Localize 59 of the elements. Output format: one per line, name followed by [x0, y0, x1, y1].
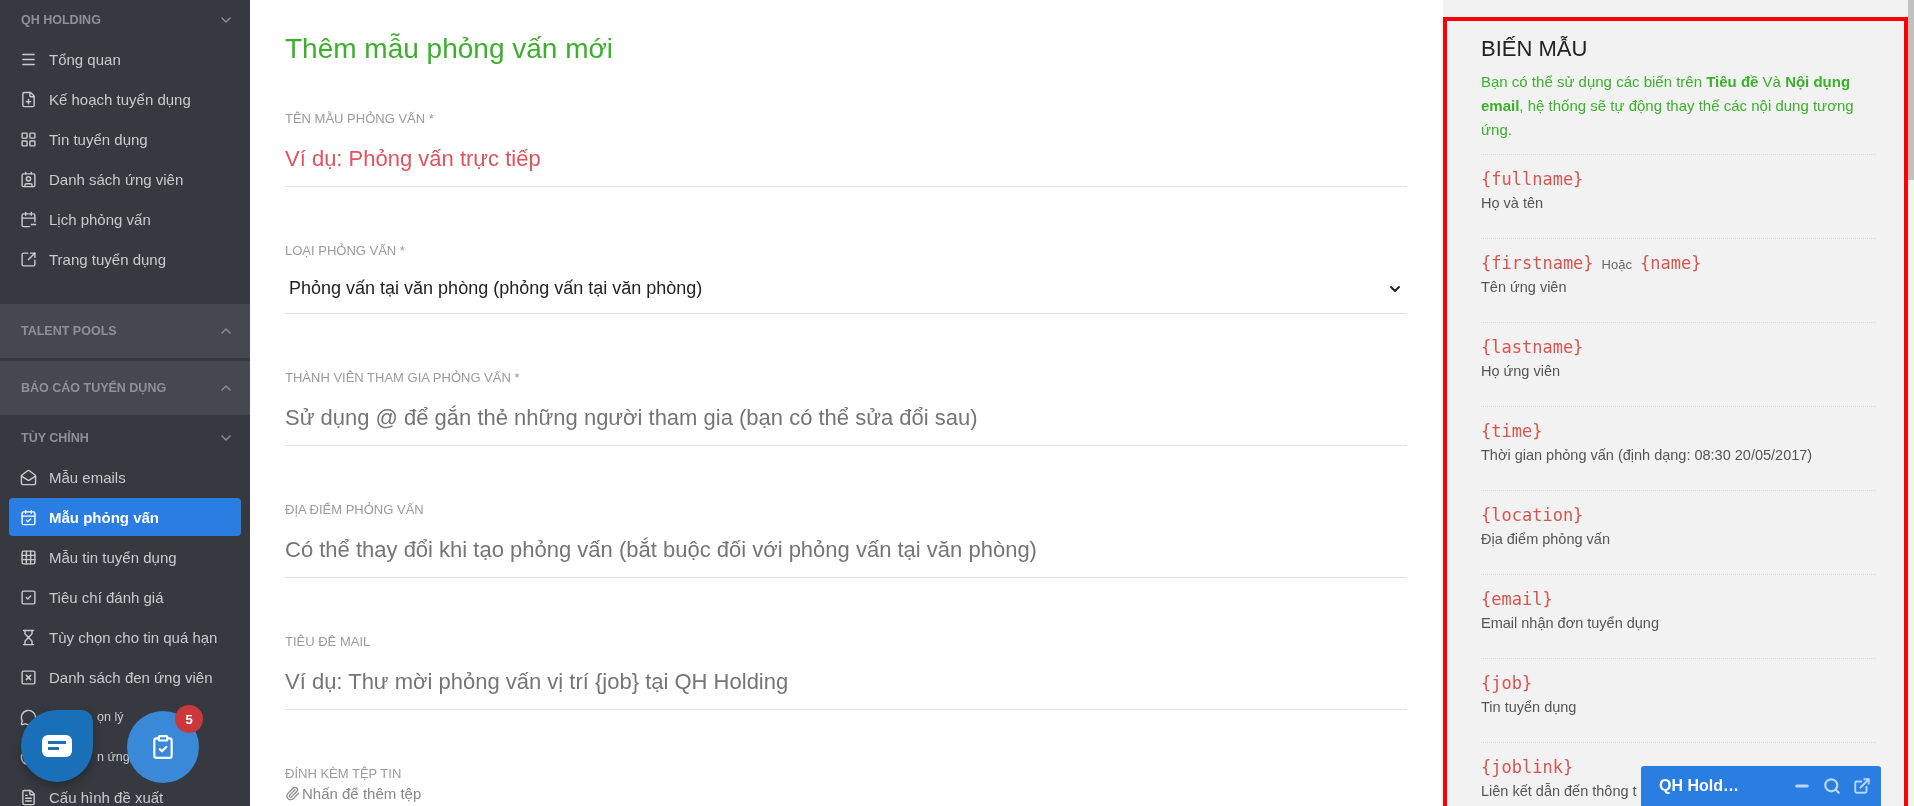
paperclip-icon: [285, 786, 300, 801]
variable-description: Tên ứng viên: [1481, 279, 1567, 295]
input-field[interactable]: Ví dụ: Phỏng vấn trực tiếp: [285, 142, 1407, 187]
sidebar-item[interactable]: Tin tuyển dụng: [9, 120, 241, 158]
sidebar-item[interactable]: Tùy chọn cho tin quá hạn: [9, 618, 241, 656]
variable-token: {joblink}: [1481, 757, 1574, 777]
sidebar-item[interactable]: Tổng quan: [9, 40, 241, 78]
variable-description: Tin tuyển dụng: [1481, 699, 1577, 715]
variable-token: {fullname}: [1481, 169, 1584, 189]
panel-title: BIẾN MẪU: [1481, 36, 1589, 62]
variable-token: {firstname}: [1481, 253, 1594, 273]
select-field[interactable]: Phỏng vấn tại văn phòng (phỏng vấn tại văn phòng): [285, 274, 1407, 314]
sidebar-item[interactable]: Kế hoạch tuyển dụng: [9, 80, 241, 118]
variable-description: Họ ứng viên: [1481, 363, 1561, 379]
sidebar-item[interactable]: Tiêu chí đánh giá: [9, 578, 241, 616]
variable-token: {lastname}: [1481, 337, 1584, 357]
page-title: Thêm mẫu phỏng vấn mới: [285, 33, 615, 65]
sidebar-item[interactable]: Lịch phỏng vấn: [9, 200, 241, 238]
section-title: BÁO CÁO TUYỂN DỤNG: [21, 381, 167, 395]
input-field[interactable]: Sử dụng @ để gắn thẻ những người tham gia (bạn có thể sửa đổi sau): [285, 401, 1407, 446]
variable-token: {name}: [1639, 253, 1702, 273]
search-icon[interactable]: [1823, 777, 1841, 795]
sidebar-item[interactable]: Trang tuyển dụng: [9, 240, 241, 278]
scrollbar[interactable]: [1908, 0, 1914, 180]
input-field[interactable]: Có thể thay đổi khi tạo phỏng vấn (bắt buộc đối với phỏng vấn tại văn phòng): [285, 533, 1407, 578]
section-title: TALENT POOLS: [21, 324, 117, 338]
variable-description: Thời gian phỏng vấn (định dạng: 08:30 20/05/2017): [1481, 447, 1813, 463]
sidebar-item[interactable]: Mẫu phỏng vấn: [9, 498, 241, 536]
field-label: ĐỊA ĐIỂM PHỎNG VẤN: [285, 502, 425, 517]
field-label: TIÊU ĐỀ MAIL: [285, 634, 372, 649]
variable-description: Liên kết dẫn đến thông t: [1481, 783, 1637, 799]
section-title: TÙY CHỈNH: [21, 430, 89, 445]
variable-token: {location}: [1481, 505, 1584, 525]
field-label: LOẠI PHỎNG VẤN *: [285, 243, 406, 258]
chat-icon: [42, 735, 72, 757]
variable-token: {time}: [1481, 421, 1543, 441]
sidebar-item[interactable]: Danh sách đen ứng viên: [9, 658, 241, 696]
attach-link[interactable]: Nhấn để thêm tệp: [285, 785, 1407, 802]
field-label: THÀNH VIÊN THAM GIA PHỎNG VẤN *: [285, 370, 521, 385]
input-field[interactable]: Ví dụ: Thư mời phỏng vấn vị trí {job} tại QH Holding: [285, 665, 1407, 710]
variable-token: {job}: [1481, 673, 1533, 693]
clipboard-check-icon: [150, 734, 176, 760]
sidebar-item[interactable]: Mẫu tin tuyển dụng: [9, 538, 241, 576]
field-label: TÊN MẪU PHỎNG VẤN *: [285, 111, 435, 126]
sidebar-item[interactable]: Mẫu emails: [9, 458, 241, 496]
field-label: ĐÍNH KÈM TỆP TIN: [285, 766, 403, 781]
sidebar-item[interactable]: Cấu hình đề xuất: [9, 778, 241, 806]
section-header[interactable]: TÙY CHỈNH: [0, 418, 250, 457]
section-header[interactable]: QH HOLDING: [0, 0, 250, 39]
variable-description: Email nhận đơn tuyển dụng: [1481, 615, 1659, 631]
section-title: QH HOLDING: [21, 12, 101, 27]
variable-description: Họ và tên: [1481, 195, 1544, 211]
widget-title: QH Hold…: [1659, 777, 1740, 795]
variable-token: {email}: [1481, 589, 1553, 609]
sidebar-item[interactable]: Danh sách ứng viên: [9, 160, 241, 198]
panel-description: Bạn có thể sử dụng các biến trên Tiêu đề Và Nội dụng email, hệ thống sẽ tự động thay thế các nội dung tương ứng.: [1481, 70, 1876, 155]
separator-text: Hoặc: [1601, 257, 1632, 272]
external-link-icon[interactable]: [1853, 777, 1871, 795]
variable-description: Địa điểm phỏng vấn: [1481, 531, 1610, 547]
